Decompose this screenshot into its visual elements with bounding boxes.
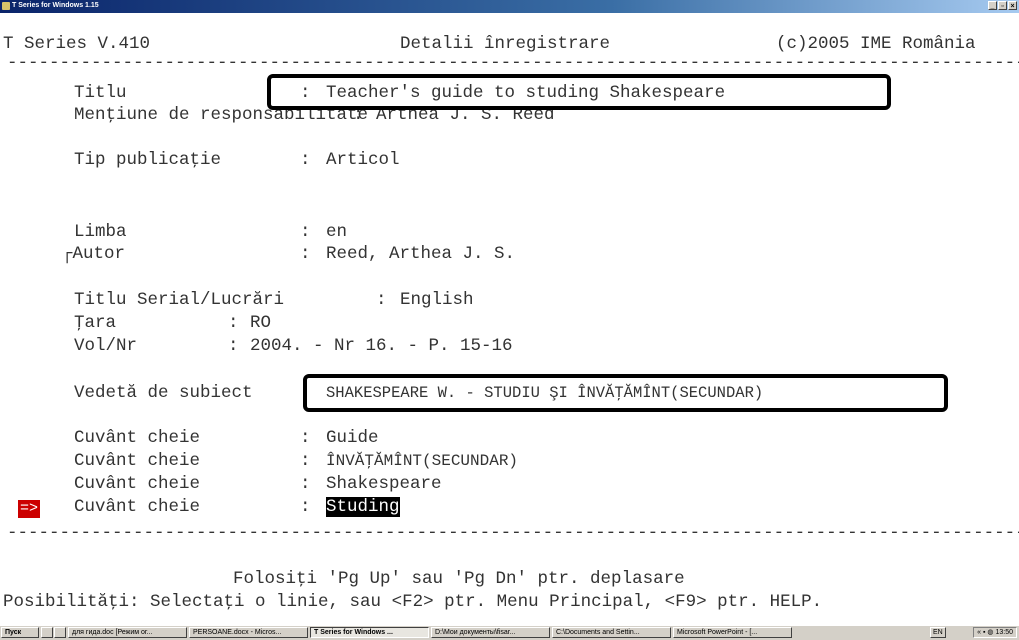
taskbar-item-powerpoint[interactable]: Microsoft PowerPoint - [...: [673, 627, 792, 638]
field-sep: :: [300, 451, 311, 471]
subject-highlight-box: [303, 374, 948, 412]
screen-title: Detalii înregistrare: [400, 34, 611, 54]
field-value-keyword[interactable]: ÎNVĂŢĂMÎNT(SECUNDAR): [326, 451, 518, 471]
field-value-keyword[interactable]: Shakespeare: [326, 474, 442, 494]
maximize-button[interactable]: ▫: [998, 1, 1007, 10]
field-label-title: Titlu: [74, 83, 127, 103]
current-line-arrow-icon: =>: [18, 500, 40, 518]
tray-icons[interactable]: « ▪ ◍: [977, 629, 995, 636]
quicklaunch-ie-icon[interactable]: [41, 627, 53, 638]
field-label-author: ┌Autor: [62, 244, 126, 264]
close-button[interactable]: ×: [1008, 1, 1017, 10]
field-value-publication-type[interactable]: Articol: [326, 150, 400, 170]
field-sep: :: [300, 244, 311, 264]
field-value-keyword-selected[interactable]: Studing: [326, 497, 400, 517]
field-label-language: Limba: [74, 222, 127, 242]
field-sep: :: [300, 474, 311, 494]
field-sep: :: [300, 150, 311, 170]
taskbar-item-folder-fisar[interactable]: D:\Мои документы\fisar...: [431, 627, 550, 638]
field-value-keyword[interactable]: Guide: [326, 428, 379, 448]
system-tray: « ▪ ◍ 13:50: [973, 627, 1017, 638]
divider-bottom: ----------------------------------------…: [7, 523, 1019, 543]
minimize-button[interactable]: _: [988, 1, 997, 10]
field-sep: :: [300, 222, 311, 242]
field-value-volume[interactable]: 2004. - Nr 16. - P. 15-16: [250, 336, 513, 356]
field-label-subject: Vedetă de subiect: [74, 383, 253, 403]
taskbar-item-tseries[interactable]: T Series for Windows ...: [310, 627, 429, 638]
divider-top: ----------------------------------------…: [7, 53, 1019, 73]
field-sep: :: [228, 336, 239, 356]
footer-hint-options: Posibilităţi: Selectaţi o linie, sau <F2…: [3, 592, 823, 612]
taskbar-item-word-doc[interactable]: для гида.doc [Режим ог...: [68, 627, 187, 638]
field-sep: :: [376, 290, 387, 310]
language-indicator[interactable]: EN: [930, 627, 946, 638]
field-value-language[interactable]: en: [326, 222, 347, 242]
app-icon: [2, 2, 10, 10]
app-version: T Series V.410: [3, 34, 151, 54]
field-label-keyword: Cuvânt cheie: [74, 428, 201, 448]
field-label-country: Ţara: [74, 313, 117, 333]
window-titlebar: T Series for Windows 1.15 _ ▫ ×: [0, 0, 1019, 13]
field-sep: :: [300, 428, 311, 448]
field-value-serial[interactable]: English: [400, 290, 474, 310]
taskbar-item-persoane[interactable]: PERSOANE.docx - Micros...: [189, 627, 308, 638]
field-value-author[interactable]: Reed, Arthea J. S.: [326, 244, 515, 264]
taskbar: Пуск для гида.doc [Режим ог... PERSOANE.…: [0, 625, 1019, 640]
field-sep: :: [300, 497, 311, 517]
footer-hint-navigation: Folosiţi 'Pg Up' sau 'Pg Dn' ptr. deplas…: [233, 569, 685, 589]
copyright: (c)2005 IME România: [776, 34, 976, 54]
start-button[interactable]: Пуск: [1, 627, 39, 638]
quicklaunch-desktop-icon[interactable]: [54, 627, 66, 638]
field-label-keyword: Cuvânt cheie: [74, 451, 201, 471]
taskbar-item-folder-documents[interactable]: C:\Documents and Settin...: [552, 627, 671, 638]
window-title: T Series for Windows 1.15: [12, 2, 99, 9]
field-value-country[interactable]: RO: [250, 313, 271, 333]
field-label-volume: Vol/Nr: [74, 336, 138, 356]
field-label-serial: Titlu Serial/Lucrări: [74, 290, 285, 310]
field-sep: :: [228, 313, 239, 333]
field-label-keyword: Cuvânt cheie: [74, 497, 201, 517]
field-label-publication-type: Tip publicaţie: [74, 150, 222, 170]
title-highlight-box: [267, 74, 891, 110]
clock: 13:50: [995, 629, 1013, 636]
field-label-keyword: Cuvânt cheie: [74, 474, 201, 494]
